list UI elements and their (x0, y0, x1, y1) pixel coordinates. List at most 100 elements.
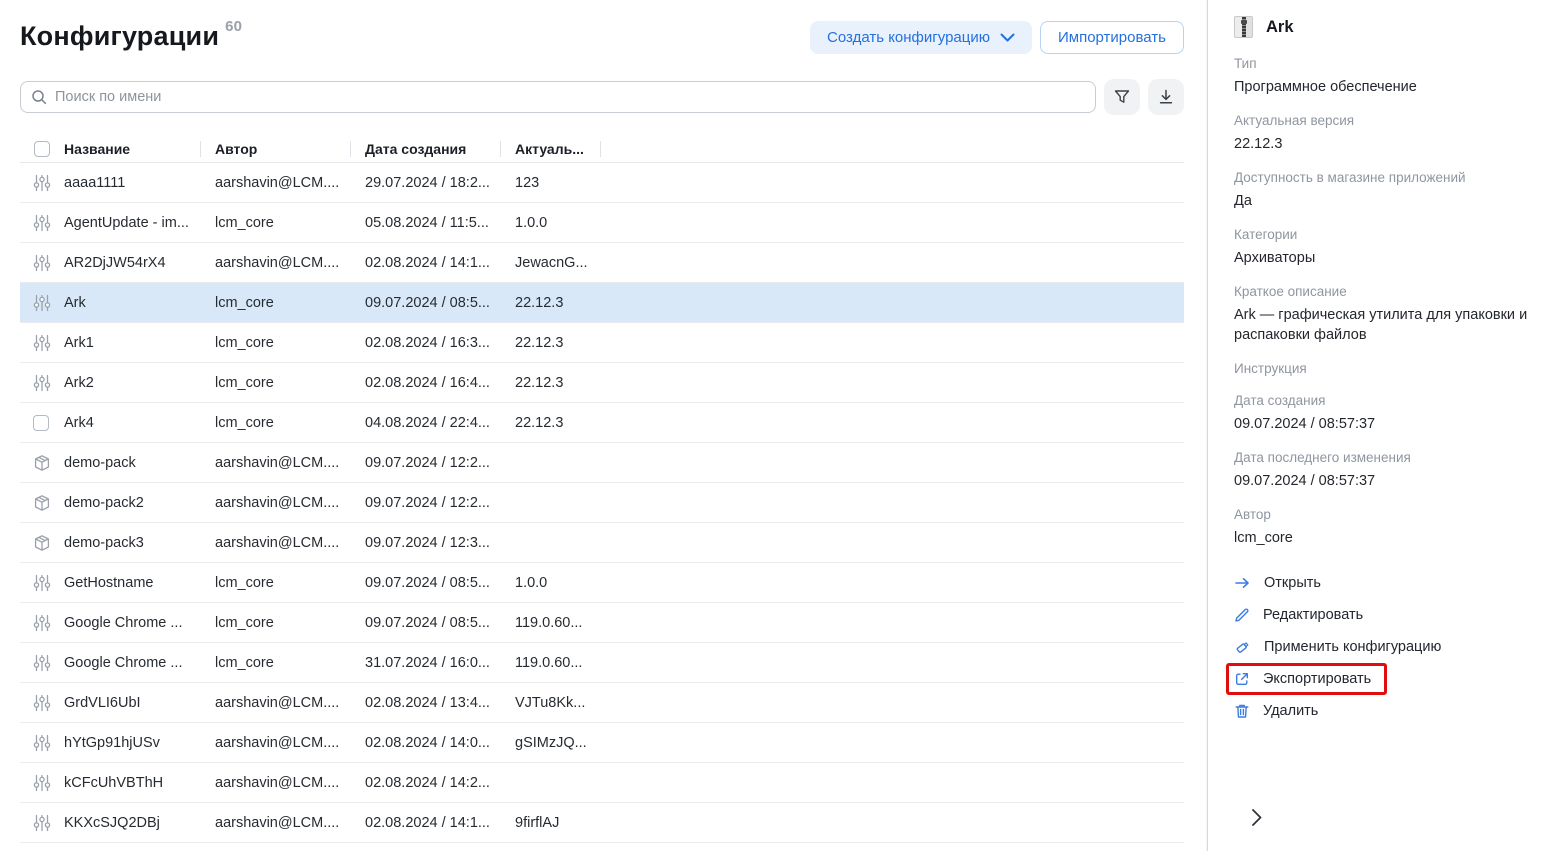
table-row[interactable]: demo-pack3 aarshavin@LCM.... 09.07.2024 … (20, 523, 1184, 563)
config-name: AgentUpdate - im... (64, 215, 200, 231)
sliders-icon (33, 654, 51, 672)
sliders-icon (33, 174, 51, 192)
config-name: Ark4 (64, 415, 200, 431)
table-row[interactable]: demo-pack aarshavin@LCM.... 09.07.2024 /… (20, 443, 1184, 483)
action-open[interactable]: Открыть (1234, 567, 1334, 599)
table-row[interactable]: GrdVLI6UbI aarshavin@LCM.... 02.08.2024 … (20, 683, 1184, 723)
sliders-icon (33, 734, 51, 752)
action-export[interactable]: Экспортировать (1226, 663, 1387, 695)
sliders-icon (33, 294, 51, 312)
page-header: Конфигурации 60 Создать конфигурацию Импо… (20, 18, 1184, 54)
config-author: aarshavin@LCM.... (200, 255, 350, 271)
config-version: 1.0.0 (500, 215, 600, 231)
import-button[interactable]: Импортировать (1040, 21, 1184, 54)
config-author: lcm_core (200, 215, 350, 231)
config-created-date: 09.07.2024 / 08:5... (350, 295, 500, 311)
config-name: hYtGp91hjUSv (64, 735, 200, 751)
trash-icon (1234, 703, 1250, 719)
column-header-version[interactable]: Актуаль... (500, 136, 600, 162)
sliders-icon (33, 774, 51, 792)
table-row[interactable]: Ark1 lcm_core 02.08.2024 / 16:3... 22.12… (20, 323, 1184, 363)
page-title: Конфигурации 60 (20, 18, 242, 52)
usb-flash-icon (1234, 639, 1251, 656)
config-author: aarshavin@LCM.... (200, 175, 350, 191)
action-delete[interactable]: Удалить (1234, 695, 1331, 727)
arrow-right-icon (1234, 575, 1251, 591)
table-row[interactable]: kCFcUhVBThH aarshavin@LCM.... 02.08.2024… (20, 763, 1184, 803)
config-created-date: 02.08.2024 / 13:4... (350, 695, 500, 711)
table-row[interactable]: demo-pack2 aarshavin@LCM.... 09.07.2024 … (20, 483, 1184, 523)
field-categories: Категории Архиваторы (1234, 227, 1549, 268)
action-apply-configuration[interactable]: Применить конфигурацию (1234, 631, 1454, 663)
create-configuration-label: Создать конфигурацию (827, 29, 990, 46)
pencil-icon (1234, 607, 1250, 623)
create-configuration-button[interactable]: Создать конфигурацию (810, 21, 1032, 54)
table-row[interactable]: Ark2 lcm_core 02.08.2024 / 16:4... 22.12… (20, 363, 1184, 403)
table-row[interactable]: Ark lcm_core 09.07.2024 / 08:5... 22.12.… (20, 283, 1184, 323)
collapse-panel-button[interactable] (1246, 806, 1268, 828)
filter-funnel-icon (1113, 88, 1131, 106)
table-row[interactable]: Google Chrome ... lcm_core 31.07.2024 / … (20, 643, 1184, 683)
action-edit[interactable]: Редактировать (1234, 599, 1376, 631)
table-row[interactable]: aaaa1111 aarshavin@LCM.... 29.07.2024 / … (20, 163, 1184, 203)
sliders-icon (33, 334, 51, 352)
field-instruction: Инструкция (1234, 361, 1549, 377)
field-actual-version: Актуальная версия 22.12.3 (1234, 113, 1549, 154)
sliders-icon (33, 214, 51, 232)
table-row[interactable]: hYtGp91hjUSv aarshavin@LCM.... 02.08.202… (20, 723, 1184, 763)
config-author: lcm_core (200, 415, 350, 431)
table-row[interactable]: Ark4 lcm_core 04.08.2024 / 22:4... 22.12… (20, 403, 1184, 443)
config-created-date: 29.07.2024 / 18:2... (350, 175, 500, 191)
sliders-icon (33, 814, 51, 832)
config-name: KKXcSJQ2DBj (64, 815, 200, 831)
search-box[interactable] (20, 81, 1096, 113)
config-version: VJTu8Kk... (500, 695, 600, 711)
table-row[interactable]: GetHostname lcm_core 09.07.2024 / 08:5..… (20, 563, 1184, 603)
panel-title-row: Ark (1234, 16, 1549, 38)
filter-button[interactable] (1104, 79, 1140, 115)
table-row[interactable]: AgentUpdate - im... lcm_core 05.08.2024 … (20, 203, 1184, 243)
config-name: AR2DjJW54rX4 (64, 255, 200, 271)
config-version: 119.0.60... (500, 655, 600, 671)
column-header-created[interactable]: Дата создания (350, 136, 500, 162)
config-author: lcm_core (200, 655, 350, 671)
config-created-date: 02.08.2024 / 14:2... (350, 775, 500, 791)
sliders-icon (33, 694, 51, 712)
chevron-down-icon (1000, 33, 1015, 43)
column-header-name[interactable]: Название (64, 136, 200, 162)
config-created-date: 04.08.2024 / 22:4... (350, 415, 500, 431)
config-created-date: 02.08.2024 / 14:0... (350, 735, 500, 751)
config-created-date: 31.07.2024 / 16:0... (350, 655, 500, 671)
table-row[interactable]: AR2DjJW54rX4 aarshavin@LCM.... 02.08.202… (20, 243, 1184, 283)
config-author: aarshavin@LCM.... (200, 815, 350, 831)
config-created-date: 05.08.2024 / 11:5... (350, 215, 500, 231)
config-version: 1.0.0 (500, 575, 600, 591)
config-name: demo-pack3 (64, 535, 200, 551)
config-created-date: 02.08.2024 / 14:1... (350, 255, 500, 271)
table-body: aaaa1111 aarshavin@LCM.... 29.07.2024 / … (20, 163, 1184, 843)
config-created-date: 09.07.2024 / 12:2... (350, 455, 500, 471)
search-input[interactable] (55, 89, 1085, 105)
field-modified-date: Дата последнего изменения 09.07.2024 / 0… (1234, 450, 1549, 491)
package-icon (33, 534, 51, 552)
config-created-date: 09.07.2024 / 08:5... (350, 575, 500, 591)
config-version: 22.12.3 (500, 415, 600, 431)
page-title-text: Конфигурации (20, 21, 219, 51)
field-type: Тип Программное обеспечение (1234, 56, 1549, 97)
config-name: Ark1 (64, 335, 200, 351)
export-table-button[interactable] (1148, 79, 1184, 115)
select-all-checkbox[interactable] (34, 141, 50, 157)
config-author: lcm_core (200, 615, 350, 631)
sliders-icon (33, 374, 51, 392)
table-row[interactable]: KKXcSJQ2DBj aarshavin@LCM.... 02.08.2024… (20, 803, 1184, 843)
config-author: aarshavin@LCM.... (200, 495, 350, 511)
row-checkbox[interactable] (33, 415, 49, 431)
header-actions: Создать конфигурацию Импортировать (810, 21, 1184, 54)
column-header-author[interactable]: Автор (200, 136, 350, 162)
toolbar (20, 79, 1184, 115)
field-created-date: Дата создания 09.07.2024 / 08:57:37 (1234, 393, 1549, 434)
column-header-spacer (600, 136, 1184, 162)
total-count-badge: 60 (225, 18, 242, 35)
table-row[interactable]: Google Chrome ... lcm_core 09.07.2024 / … (20, 603, 1184, 643)
ark-app-icon (1234, 16, 1253, 38)
